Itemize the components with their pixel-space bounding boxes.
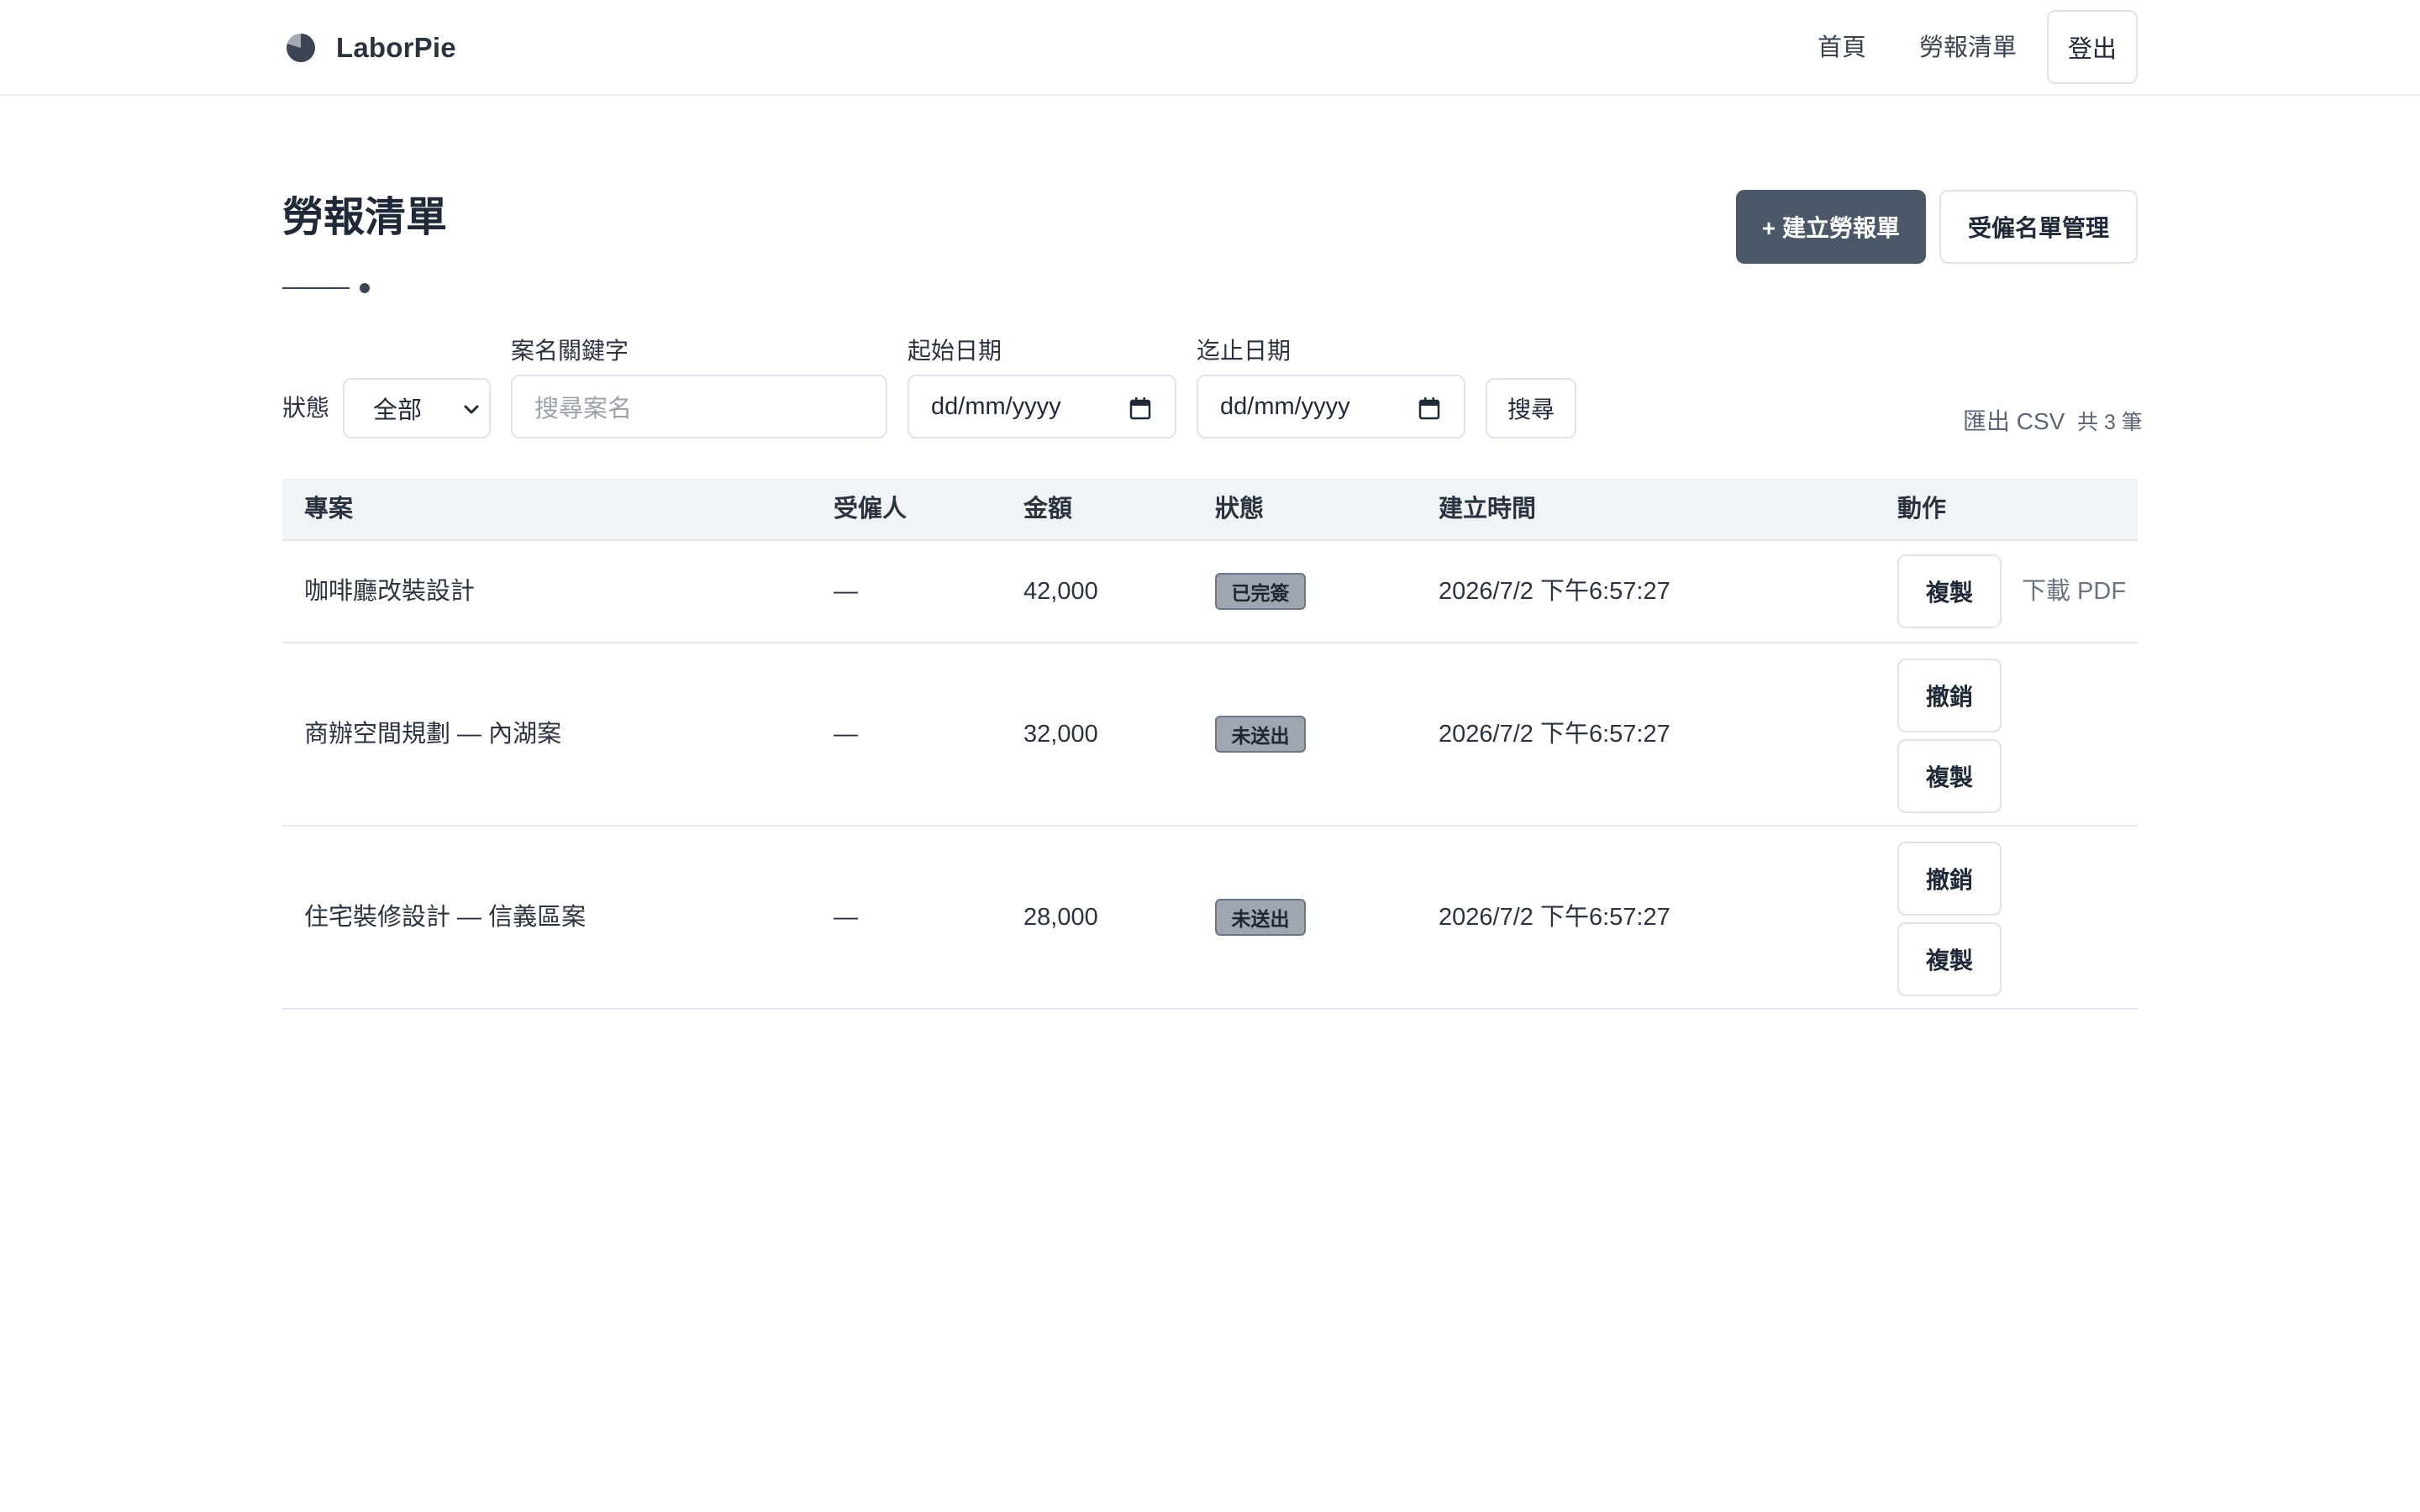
- revoke-button[interactable]: 撤銷: [1897, 659, 2002, 732]
- brand-name: LaborPie: [336, 32, 456, 63]
- status-badge: 已完簽: [1215, 573, 1306, 610]
- amount: 32,000: [1023, 721, 1098, 748]
- end-date-value: dd/mm/yyyy: [1220, 392, 1350, 420]
- column-header-project: 專案: [304, 496, 354, 522]
- nav-list-link[interactable]: 勞報清單: [1919, 29, 2017, 67]
- calendar-icon[interactable]: [1129, 396, 1151, 420]
- status-filter-label: 狀態: [282, 395, 330, 421]
- column-header-created: 建立時間: [1439, 496, 1537, 522]
- copy-button[interactable]: 複製: [1897, 922, 2002, 996]
- end-date-input[interactable]: dd/mm/yyyy: [1197, 375, 1465, 438]
- brand[interactable]: LaborPie: [284, 29, 456, 67]
- report-table: 專案 受僱人 金額 狀態 建立時間 動作 咖啡廳改裝設計 — 42,000 已完…: [282, 479, 2138, 1010]
- amount: 28,000: [1023, 904, 1098, 931]
- created-time: 2026/7/2 下午6:57:27: [1439, 721, 1670, 748]
- keyword-search-input[interactable]: 搜尋案名: [511, 375, 887, 438]
- created-time: 2026/7/2 下午6:57:27: [1439, 578, 1670, 605]
- employee-name: —: [834, 578, 858, 605]
- table-row: 咖啡廳改裝設計 — 42,000 已完簽 2026/7/2 下午6:57:27 …: [282, 541, 2138, 643]
- status-select-value: 全部: [373, 397, 423, 424]
- status-select[interactable]: 全部: [343, 378, 491, 438]
- revoke-button[interactable]: 撤銷: [1897, 842, 2002, 916]
- download-pdf-link[interactable]: 下載 PDF: [2022, 575, 2126, 608]
- copy-button[interactable]: 複製: [1897, 739, 2002, 813]
- pie-chart-icon: [287, 34, 315, 62]
- search-button[interactable]: 搜尋: [1486, 378, 1576, 438]
- employee-name: —: [834, 904, 858, 931]
- table-row: 住宅裝修設計 — 信義區案 — 28,000 未送出 2026/7/2 下午6:…: [282, 827, 2138, 1010]
- column-header-status: 狀態: [1215, 496, 1265, 522]
- status-badge: 未送出: [1215, 716, 1306, 753]
- keyword-placeholder: 搜尋案名: [534, 396, 633, 423]
- project-name: 住宅裝修設計 — 信義區案: [304, 904, 587, 931]
- total-count: 共 3 筆: [2077, 411, 2143, 434]
- logout-button[interactable]: 登出: [2047, 10, 2138, 84]
- start-date-label: 起始日期: [908, 338, 1002, 364]
- chevron-down-icon: [464, 405, 479, 414]
- employee-name: —: [834, 721, 858, 748]
- end-date-label: 迄止日期: [1197, 338, 1292, 364]
- project-name: 咖啡廳改裝設計: [304, 578, 476, 605]
- copy-button[interactable]: 複製: [1897, 554, 2002, 628]
- column-header-amount: 金額: [1023, 496, 1073, 522]
- page-title: 勞報清單: [282, 195, 448, 240]
- export-csv-link[interactable]: 匯出 CSV: [1963, 405, 2065, 438]
- nav-home-link[interactable]: 首頁: [1818, 29, 1866, 67]
- create-report-button[interactable]: + 建立勞報單: [1736, 190, 1926, 264]
- keyword-filter-label: 案名關鍵字: [511, 338, 629, 364]
- employee-roster-button[interactable]: 受僱名單管理: [1939, 190, 2138, 264]
- top-nav: LaborPie 首頁 勞報清單 登出: [0, 0, 2420, 96]
- created-time: 2026/7/2 下午6:57:27: [1439, 904, 1670, 931]
- start-date-value: dd/mm/yyyy: [931, 392, 1061, 420]
- title-decoration: [282, 282, 373, 293]
- column-header-actions: 動作: [1897, 496, 1947, 522]
- table-row: 商辦空間規劃 — 內湖案 — 32,000 未送出 2026/7/2 下午6:5…: [282, 643, 2138, 827]
- status-badge: 未送出: [1215, 899, 1306, 936]
- start-date-input[interactable]: dd/mm/yyyy: [908, 375, 1176, 438]
- amount: 42,000: [1023, 578, 1098, 605]
- project-name: 商辦空間規劃 — 內湖案: [304, 721, 562, 748]
- calendar-icon[interactable]: [1418, 396, 1440, 420]
- column-header-employee: 受僱人: [834, 496, 908, 522]
- table-header: 專案 受僱人 金額 狀態 建立時間 動作: [282, 479, 2138, 541]
